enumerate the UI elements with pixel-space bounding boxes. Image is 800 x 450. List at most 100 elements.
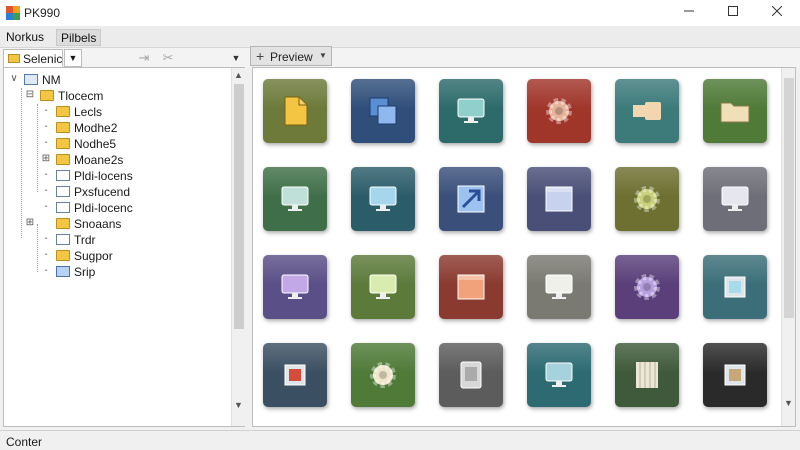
app-logo-icon <box>6 6 20 20</box>
icon-tile[interactable] <box>351 79 415 143</box>
icon-tile[interactable] <box>263 79 327 143</box>
chevron-down-icon[interactable]: ▼ <box>228 50 244 66</box>
scissors-icon[interactable]: ✂ <box>160 50 176 66</box>
icon-tile[interactable] <box>351 167 415 231</box>
gear-icon <box>634 274 660 300</box>
folder-tree[interactable]: ∨ NM ⊟ Tlocecm - Lecls - Modhe2 - Nodhe5… <box>3 67 245 427</box>
icon-tile[interactable] <box>703 79 767 143</box>
monitor-icon <box>545 362 573 387</box>
folder-icon <box>56 266 70 277</box>
icon-tile[interactable] <box>527 255 591 319</box>
minimize-icon <box>684 10 694 12</box>
scroll-up-icon[interactable]: ▲ <box>234 70 243 80</box>
folder-icon <box>56 154 70 165</box>
document-icon <box>56 234 70 245</box>
document-icon <box>56 170 70 181</box>
scroll-thumb[interactable] <box>234 84 244 329</box>
arrow-window-icon <box>457 185 485 213</box>
folder-icon <box>40 90 54 101</box>
collapse-box-icon[interactable]: ⊟ <box>24 89 36 100</box>
icon-tile[interactable] <box>615 343 679 407</box>
scroll-thumb[interactable] <box>784 78 794 318</box>
icon-tile[interactable] <box>439 255 503 319</box>
title-bar: PK990 <box>0 0 800 26</box>
monitor-icon <box>721 186 749 211</box>
device-icon <box>460 361 482 389</box>
tab-dropdown-button[interactable]: ▼ <box>64 49 82 67</box>
icon-tile[interactable] <box>439 343 503 407</box>
gear-icon <box>370 362 396 388</box>
app-window: PK990 Norkus Pilbels Selenic ▼ ⇥ ✂ ▼ + P… <box>0 0 800 450</box>
chip-icon <box>724 276 746 298</box>
folder-icon <box>56 106 70 117</box>
chip-icon <box>284 364 306 386</box>
folder-icon <box>56 122 70 133</box>
folder-icon <box>56 218 70 229</box>
monitor-icon <box>457 98 485 123</box>
scroll-down-icon[interactable]: ▼ <box>234 400 243 410</box>
chip-icon <box>724 364 746 386</box>
close-button[interactable] <box>754 0 800 22</box>
expand-chevron-icon[interactable]: ∨ <box>8 73 20 84</box>
monitor-icon <box>281 186 309 211</box>
icon-tile[interactable] <box>615 255 679 319</box>
icon-tile[interactable] <box>703 167 767 231</box>
close-icon <box>772 6 782 16</box>
monitor-icon <box>369 186 397 211</box>
icon-tile[interactable] <box>703 255 767 319</box>
icon-tile[interactable] <box>527 343 591 407</box>
gear-icon <box>546 98 572 124</box>
move-icon[interactable]: ⇥ <box>136 50 152 66</box>
preview-pane[interactable]: ▼ <box>252 67 796 427</box>
expand-box-icon[interactable]: ⊞ <box>40 153 52 164</box>
folder-icon <box>8 54 20 63</box>
monitor-icon <box>369 274 397 299</box>
document-icon <box>284 96 308 126</box>
icon-tile[interactable] <box>439 79 503 143</box>
window-icon <box>457 274 485 300</box>
folder-icon <box>56 250 70 261</box>
menu-item-norkus[interactable]: Norkus <box>2 29 48 46</box>
preview-button[interactable]: + Preview ▼ <box>250 46 332 66</box>
icon-tile[interactable] <box>527 79 591 143</box>
document-icon <box>56 186 70 197</box>
menu-bar: Norkus Pilbels <box>0 26 800 48</box>
icon-tile[interactable] <box>351 255 415 319</box>
scroll-down-icon[interactable]: ▼ <box>784 398 793 408</box>
icon-tile[interactable] <box>351 343 415 407</box>
icon-tile[interactable] <box>703 343 767 407</box>
window-title: PK990 <box>24 6 61 20</box>
status-text: Conter <box>6 435 43 449</box>
icon-tile[interactable] <box>263 167 327 231</box>
preview-scrollbar[interactable]: ▼ <box>781 68 795 426</box>
connector-icon <box>633 102 661 120</box>
icon-tile[interactable] <box>527 167 591 231</box>
tree-scrollbar[interactable]: ▲ ▼ <box>231 68 245 426</box>
document-icon <box>56 202 70 213</box>
server-icon <box>636 362 658 388</box>
window-icon <box>545 186 573 212</box>
monitor-icon <box>545 274 573 299</box>
folder-icon <box>56 138 70 149</box>
menu-item-pilbels[interactable]: Pilbels <box>56 29 102 46</box>
plus-icon: + <box>256 48 265 64</box>
preview-label: Preview <box>270 50 313 64</box>
copy-icon <box>369 97 397 125</box>
icon-tile[interactable] <box>615 167 679 231</box>
chevron-down-icon: ▼ <box>319 51 327 60</box>
icon-tile[interactable] <box>439 167 503 231</box>
tab-label: Selenic <box>23 52 63 66</box>
monitor-icon <box>281 274 309 299</box>
status-bar: Conter <box>0 430 800 450</box>
minimize-button[interactable] <box>666 0 712 22</box>
maximize-icon <box>728 6 738 16</box>
icon-tile[interactable] <box>615 79 679 143</box>
icon-tile[interactable] <box>263 255 327 319</box>
drive-icon <box>24 74 38 85</box>
tab-selenic[interactable]: Selenic <box>3 49 63 67</box>
gear-icon <box>634 186 660 212</box>
toolbar: Selenic ▼ ⇥ ✂ ▼ <box>0 48 800 68</box>
expand-box-icon[interactable]: ⊞ <box>24 217 36 228</box>
icon-tile[interactable] <box>263 343 327 407</box>
maximize-button[interactable] <box>710 0 756 22</box>
